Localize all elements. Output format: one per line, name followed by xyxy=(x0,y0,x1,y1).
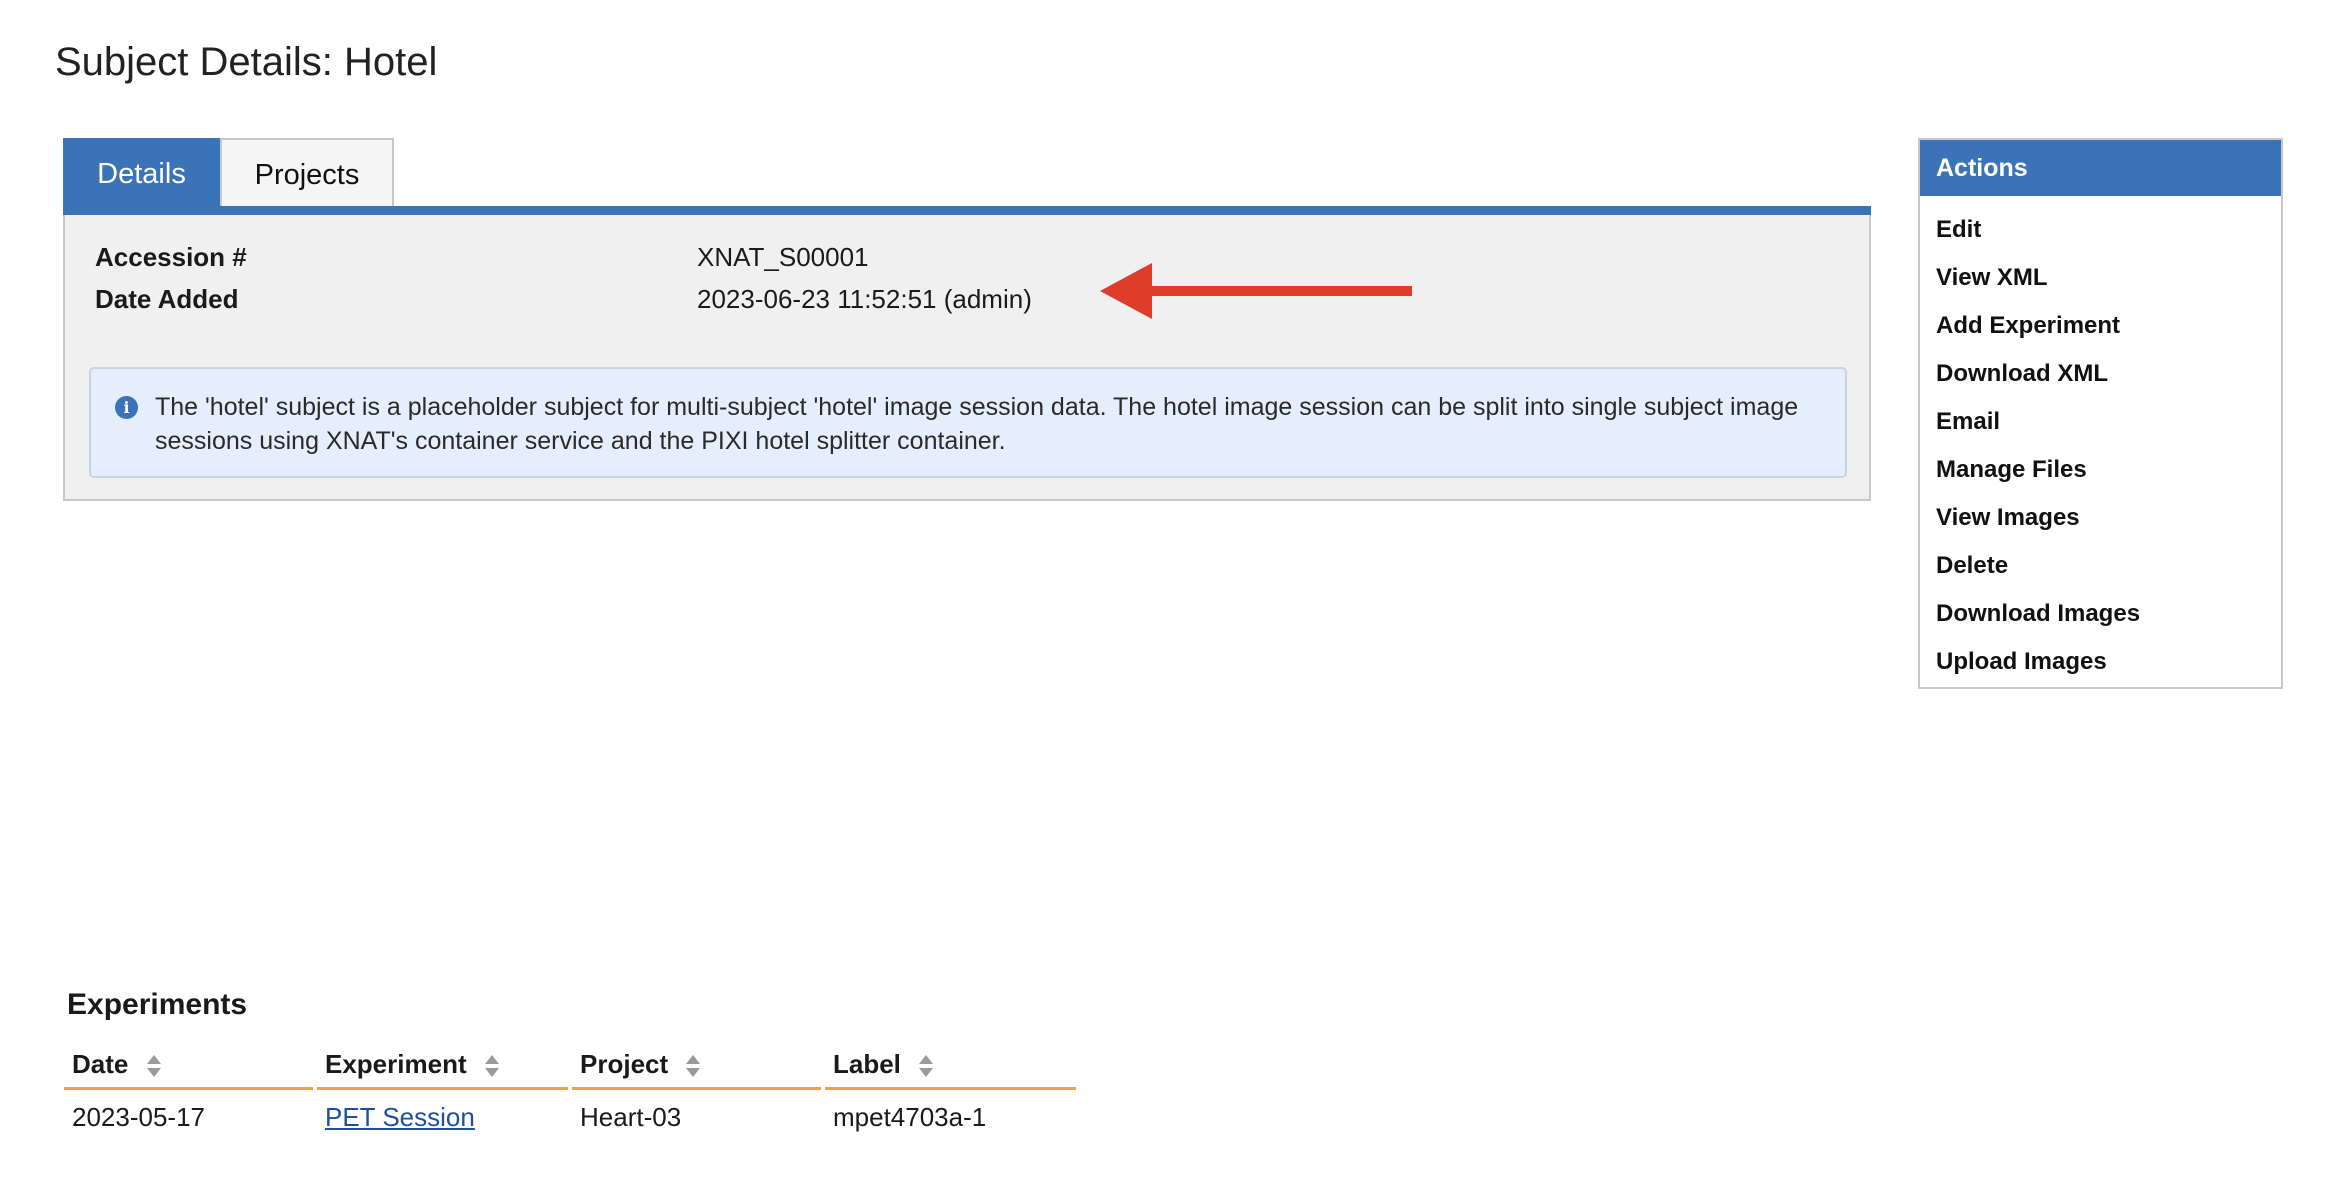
sort-arrows-icon xyxy=(484,1054,499,1077)
column-header-label: Date xyxy=(72,1048,129,1079)
action-edit[interactable]: Edit xyxy=(1920,206,2281,254)
column-header-experiment[interactable]: Experiment xyxy=(317,1045,568,1090)
table-header-row: Date Experiment Project Label xyxy=(64,1045,1076,1090)
cell-experiment: PET Session xyxy=(317,1090,568,1136)
red-arrow-left-icon xyxy=(1100,263,1412,319)
cell-label: mpet4703a-1 xyxy=(833,1101,987,1132)
action-upload-images[interactable]: Upload Images xyxy=(1920,638,2281,686)
experiments-title: Experiments xyxy=(67,988,248,1021)
column-header-project[interactable]: Project xyxy=(572,1045,821,1090)
experiment-link[interactable]: PET Session xyxy=(325,1102,475,1132)
table-row: 2023-05-17 PET Session Heart-03 mpet4703… xyxy=(64,1090,1076,1136)
actions-list: Edit View XML Add Experiment Download XM… xyxy=(1920,196,2281,686)
info-message-text: The 'hotel' subject is a placeholder sub… xyxy=(155,393,1799,455)
date-added-label: Date Added xyxy=(95,284,239,314)
tab-details[interactable]: Details xyxy=(63,138,220,210)
experiments-table: Date Experiment Project Label 2023-05-17… xyxy=(60,1045,1080,1136)
actions-box: Actions Edit View XML Add Experiment Dow… xyxy=(1918,138,2283,689)
tab-underline xyxy=(63,206,1871,215)
action-delete[interactable]: Delete xyxy=(1920,542,2281,590)
column-header-label: Label xyxy=(833,1048,901,1079)
info-circle-icon: i xyxy=(115,396,138,419)
sort-arrows-icon xyxy=(146,1054,161,1077)
cell-date: 2023-05-17 xyxy=(72,1101,205,1132)
column-header-label-col[interactable]: Label xyxy=(825,1045,1076,1090)
column-header-label: Project xyxy=(580,1048,669,1079)
info-message-box: i The 'hotel' subject is a placeholder s… xyxy=(89,367,1847,478)
cell-project: Heart-03 xyxy=(580,1101,682,1132)
action-add-experiment[interactable]: Add Experiment xyxy=(1920,302,2281,350)
details-panel: Accession # XNAT_S00001 Date Added 2023-… xyxy=(63,215,1871,501)
action-view-images[interactable]: View Images xyxy=(1920,494,2281,542)
action-view-xml[interactable]: View XML xyxy=(1920,254,2281,302)
accession-label: Accession # xyxy=(95,242,247,272)
action-download-images[interactable]: Download Images xyxy=(1920,590,2281,638)
column-header-date[interactable]: Date xyxy=(64,1045,313,1090)
actions-header: Actions xyxy=(1920,140,2281,196)
action-email[interactable]: Email xyxy=(1920,398,2281,446)
sort-arrows-icon xyxy=(919,1054,934,1077)
date-added-value: 2023-06-23 11:52:51 (admin) xyxy=(697,284,1032,314)
sort-arrows-icon xyxy=(686,1054,701,1077)
action-manage-files[interactable]: Manage Files xyxy=(1920,446,2281,494)
page-title: Subject Details: Hotel xyxy=(55,40,438,84)
tab-projects[interactable]: Projects xyxy=(220,138,394,210)
tab-bar: Details Projects xyxy=(63,138,394,210)
action-download-xml[interactable]: Download XML xyxy=(1920,350,2281,398)
accession-value: XNAT_S00001 xyxy=(697,242,869,272)
column-header-label: Experiment xyxy=(325,1048,467,1079)
